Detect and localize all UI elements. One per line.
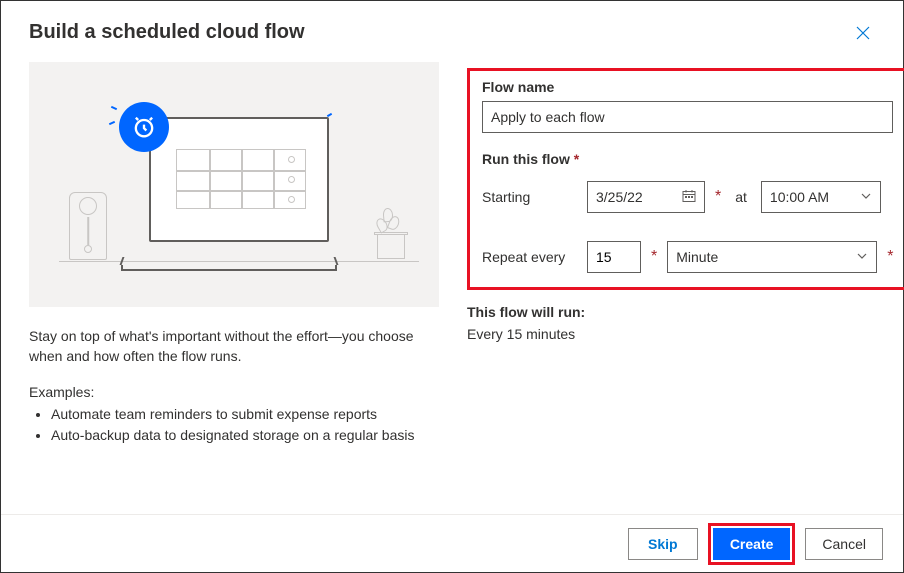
run-summary-text: Every 15 minutes xyxy=(467,326,904,342)
flow-name-label: Flow name xyxy=(482,79,893,95)
calendar-icon xyxy=(682,189,696,206)
starting-label: Starting xyxy=(482,189,577,205)
required-marker: * xyxy=(715,188,721,206)
chevron-down-icon xyxy=(860,189,872,205)
required-marker: * xyxy=(651,248,657,266)
cancel-button[interactable]: Cancel xyxy=(805,528,883,560)
starting-date-value: 3/25/22 xyxy=(596,189,643,205)
starting-time-select[interactable]: 10:00 AM xyxy=(761,181,881,213)
at-label: at xyxy=(735,189,747,205)
laptop-icon xyxy=(139,117,339,257)
description-text: Stay on top of what's important without … xyxy=(29,327,439,366)
close-button[interactable] xyxy=(851,21,875,50)
repeat-label: Repeat every xyxy=(482,249,577,265)
create-highlight-box: Create xyxy=(708,523,796,565)
repeat-unit-value: Minute xyxy=(676,249,718,265)
repeat-unit-select[interactable]: Minute xyxy=(667,241,877,273)
examples-label: Examples: xyxy=(29,384,439,400)
pendulum-clock-icon xyxy=(69,192,107,260)
chevron-down-icon xyxy=(856,249,868,265)
repeat-interval-input[interactable] xyxy=(587,241,641,273)
create-button[interactable]: Create xyxy=(713,528,791,560)
run-summary-label: This flow will run: xyxy=(467,304,904,320)
required-marker: * xyxy=(887,248,893,266)
illustration xyxy=(29,62,439,307)
form-highlight-box: Flow name Run this flow * Starting 3/25/… xyxy=(467,68,904,290)
close-icon xyxy=(855,25,871,41)
alarm-clock-icon xyxy=(119,102,169,152)
dialog-footer: Skip Create Cancel xyxy=(1,514,903,572)
starting-time-value: 10:00 AM xyxy=(770,189,829,205)
flow-name-input[interactable] xyxy=(482,101,893,133)
example-item: Auto-backup data to designated storage o… xyxy=(51,425,439,446)
starting-date-picker[interactable]: 3/25/22 xyxy=(587,181,705,213)
example-item: Automate team reminders to submit expens… xyxy=(51,404,439,425)
run-flow-label: Run this flow * xyxy=(482,151,893,167)
skip-button[interactable]: Skip xyxy=(628,528,698,560)
plant-icon xyxy=(371,199,411,259)
dialog-title: Build a scheduled cloud flow xyxy=(29,21,305,44)
